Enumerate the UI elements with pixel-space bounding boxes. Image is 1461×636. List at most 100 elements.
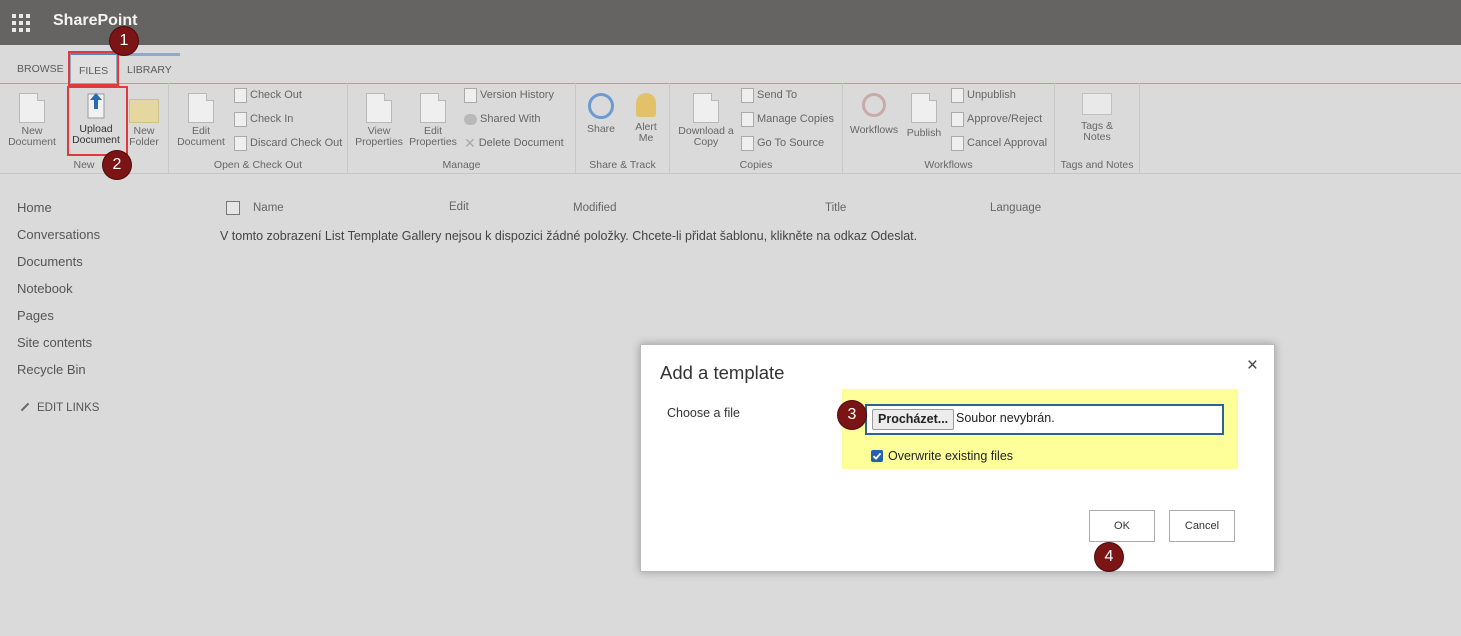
people-icon bbox=[464, 113, 477, 125]
app-launcher-icon[interactable] bbox=[12, 14, 30, 32]
share-button[interactable]: Share bbox=[582, 93, 620, 135]
manage-copies-label: Manage Copies bbox=[757, 113, 835, 125]
download-copy-button[interactable]: Download a Copy bbox=[675, 93, 737, 148]
overwrite-checkbox[interactable] bbox=[871, 450, 883, 462]
tab-library[interactable]: LIBRARY bbox=[119, 53, 180, 82]
workflows-label: Workflows bbox=[849, 124, 899, 136]
column-header-name[interactable]: Name bbox=[253, 202, 284, 214]
delete-x-icon: ✕ bbox=[464, 135, 476, 152]
column-header-edit[interactable]: Edit bbox=[449, 201, 469, 213]
browse-button[interactable]: Procházet... bbox=[872, 409, 955, 430]
edit-properties-button[interactable]: Edit Properties bbox=[407, 93, 459, 148]
group-workflows: Workflows Publish Unpublish Approve/Reje… bbox=[843, 83, 1055, 173]
unpublish-button[interactable]: Unpublish bbox=[951, 86, 1016, 104]
file-input[interactable]: Procházet... Soubor nevybrán. bbox=[865, 404, 1224, 435]
cancel-button[interactable]: Cancel bbox=[1169, 510, 1235, 542]
nav-item-notebook[interactable]: Notebook bbox=[17, 281, 100, 308]
new-document-button[interactable]: New Document bbox=[4, 93, 60, 148]
publish-icon bbox=[911, 93, 937, 123]
callout-2: 2 bbox=[103, 151, 131, 179]
ribbon-tabs: BROWSE FILES LIBRARY bbox=[0, 53, 1461, 84]
edit-document-button[interactable]: Edit Document bbox=[175, 93, 227, 148]
edit-links[interactable]: EDIT LINKS bbox=[20, 402, 99, 414]
file-upload-area: Procházet... Soubor nevybrán. Overwrite … bbox=[842, 389, 1238, 469]
approve-reject-button[interactable]: Approve/Reject bbox=[951, 110, 1042, 128]
overwrite-label[interactable]: Overwrite existing files bbox=[888, 449, 1013, 463]
tag-icon bbox=[1082, 93, 1112, 115]
version-history-label: Version History bbox=[480, 89, 554, 101]
callout-3: 3 bbox=[838, 401, 866, 429]
share-icon bbox=[588, 93, 614, 119]
new-document-label: New Document bbox=[8, 125, 56, 148]
unpublish-label: Unpublish bbox=[967, 89, 1016, 101]
send-to-label: Send To bbox=[757, 89, 798, 101]
edit-document-label: Edit Document bbox=[177, 125, 225, 148]
ok-button[interactable]: OK bbox=[1089, 510, 1155, 542]
tab-browse[interactable]: BROWSE bbox=[9, 53, 72, 82]
callout-1: 1 bbox=[110, 27, 138, 55]
group-label-new: New bbox=[73, 159, 95, 171]
go-to-source-button[interactable]: Go To Source bbox=[741, 134, 824, 152]
nav-item-home[interactable]: Home bbox=[17, 200, 100, 227]
suite-bar: SharePoint bbox=[0, 0, 1461, 45]
alert-me-button[interactable]: Alert Me bbox=[628, 93, 664, 144]
group-label-open-checkout: Open & Check Out bbox=[213, 159, 303, 171]
send-to-button[interactable]: Send To bbox=[741, 86, 797, 104]
version-history-button[interactable]: Version History bbox=[464, 86, 554, 104]
discard-check-out-button[interactable]: Discard Check Out bbox=[234, 134, 342, 152]
add-template-dialog: Add a template × Choose a file Procházet… bbox=[640, 344, 1275, 572]
shared-with-button[interactable]: Shared With bbox=[464, 110, 541, 128]
check-out-button[interactable]: Check Out bbox=[234, 86, 302, 104]
column-header-language[interactable]: Language bbox=[990, 202, 1041, 214]
approve-reject-label: Approve/Reject bbox=[967, 113, 1043, 125]
view-properties-icon bbox=[366, 93, 392, 123]
cancel-approval-label: Cancel Approval bbox=[967, 137, 1048, 149]
nav-item-recycle-bin[interactable]: Recycle Bin bbox=[17, 362, 100, 389]
pencil-icon bbox=[20, 402, 30, 412]
send-to-icon bbox=[741, 87, 754, 103]
check-in-button[interactable]: Check In bbox=[234, 110, 293, 128]
tags-notes-button[interactable]: Tags & Notes bbox=[1073, 93, 1121, 143]
publish-label: Publish bbox=[906, 127, 942, 139]
group-manage: View Properties Edit Properties Version … bbox=[348, 83, 576, 173]
go-to-source-label: Go To Source bbox=[757, 137, 825, 149]
group-label-workflows: Workflows bbox=[924, 159, 973, 171]
left-nav: Home Conversations Documents Notebook Pa… bbox=[17, 200, 100, 389]
upload-highlight bbox=[67, 86, 128, 156]
group-label-copies: Copies bbox=[739, 159, 773, 171]
empty-list-message: V tomto zobrazení List Template Gallery … bbox=[220, 229, 918, 243]
tags-notes-label: Tags & Notes bbox=[1080, 120, 1114, 143]
cancel-approval-icon bbox=[951, 135, 964, 151]
nav-item-documents[interactable]: Documents bbox=[17, 254, 100, 281]
publish-button[interactable]: Publish bbox=[905, 93, 943, 139]
close-icon[interactable]: × bbox=[1247, 355, 1258, 377]
shared-with-label: Shared With bbox=[480, 113, 541, 125]
manage-copies-icon bbox=[741, 111, 754, 127]
check-in-icon bbox=[234, 111, 247, 127]
select-all-checkbox[interactable] bbox=[226, 201, 240, 215]
file-status-text: Soubor nevybrán. bbox=[956, 411, 1055, 425]
new-document-icon bbox=[19, 93, 45, 123]
group-label-tags-notes: Tags and Notes bbox=[1060, 159, 1134, 171]
alert-me-label: Alert Me bbox=[635, 121, 657, 144]
nav-item-pages[interactable]: Pages bbox=[17, 308, 100, 335]
view-properties-label: View Properties bbox=[355, 125, 403, 148]
workflows-button[interactable]: Workflows bbox=[848, 93, 900, 136]
go-to-source-icon bbox=[741, 135, 754, 151]
cancel-approval-button[interactable]: Cancel Approval bbox=[951, 134, 1047, 152]
nav-item-conversations[interactable]: Conversations bbox=[17, 227, 100, 254]
column-header-modified[interactable]: Modified bbox=[573, 202, 616, 214]
view-properties-button[interactable]: View Properties bbox=[354, 93, 404, 148]
column-header-title[interactable]: Title bbox=[825, 202, 846, 214]
delete-document-button[interactable]: ✕ Delete Document bbox=[464, 134, 564, 152]
unpublish-icon bbox=[951, 87, 964, 103]
choose-file-label: Choose a file bbox=[667, 406, 740, 420]
discard-check-out-label: Discard Check Out bbox=[250, 137, 343, 149]
manage-copies-button[interactable]: Manage Copies bbox=[741, 110, 834, 128]
new-folder-button[interactable]: New Folder bbox=[126, 93, 162, 148]
edit-properties-icon bbox=[420, 93, 446, 123]
folder-icon bbox=[129, 99, 159, 123]
nav-item-site-contents[interactable]: Site contents bbox=[17, 335, 100, 362]
share-label: Share bbox=[586, 123, 616, 135]
version-history-icon bbox=[464, 87, 477, 103]
